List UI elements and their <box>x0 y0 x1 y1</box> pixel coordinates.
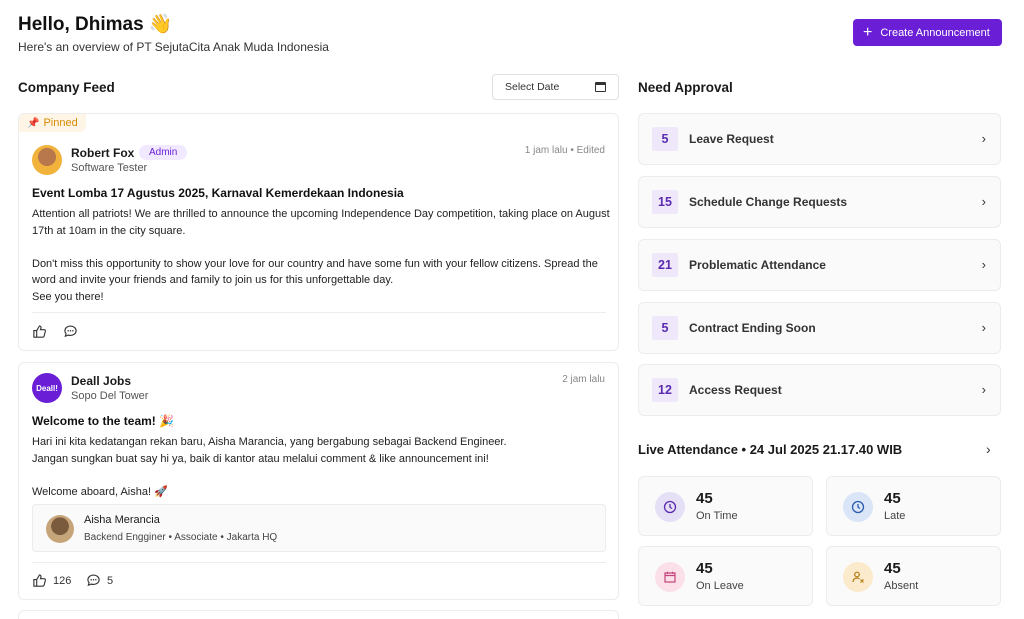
like-button[interactable] <box>32 324 47 339</box>
approval-label: Leave Request <box>689 132 774 146</box>
avatar <box>46 515 74 543</box>
comment-icon <box>87 574 100 587</box>
approval-item-leave-request[interactable]: 5 Leave Request › <box>638 113 1001 165</box>
attendance-label: Absent <box>884 580 919 592</box>
mention-card[interactable]: Aisha Merancia Backend Engginer • Associ… <box>32 504 606 552</box>
approval-label: Problematic Attendance <box>689 258 826 272</box>
like-count: 126 <box>53 574 72 587</box>
pinned-badge: 📌 Pinned <box>19 114 86 132</box>
approval-label: Contract Ending Soon <box>689 321 816 335</box>
late-clock-icon <box>843 492 873 522</box>
like-button[interactable]: 126 <box>32 573 71 588</box>
author-role: Software Tester <box>71 162 148 174</box>
create-announcement-label: Create Announcement <box>880 26 990 39</box>
chevron-right-icon: › <box>981 194 986 209</box>
attendance-value: 45 <box>696 490 713 507</box>
admin-badge: Admin <box>139 145 188 160</box>
live-attendance-title: Live Attendance • 24 Jul 2025 21.17.40 W… <box>638 442 903 457</box>
thumbs-up-icon <box>33 574 46 587</box>
absent-user-icon <box>843 562 873 592</box>
attendance-stat-absent[interactable]: 45 Absent <box>826 546 1001 606</box>
chevron-right-icon: › <box>981 131 986 146</box>
post-paragraph: Don't miss this opportunity to show your… <box>32 257 598 287</box>
mention-meta: Backend Engginer • Associate • Jakarta H… <box>84 532 278 543</box>
approval-item-schedule-change[interactable]: 15 Schedule Change Requests › <box>638 176 1001 228</box>
pinned-label: Pinned <box>43 117 78 129</box>
mention-name: Aisha Merancia <box>84 514 160 526</box>
clock-icon <box>655 492 685 522</box>
approval-count: 12 <box>652 378 678 402</box>
need-approval-title: Need Approval <box>638 80 733 95</box>
approval-label: Access Request <box>689 383 782 397</box>
feed-post <box>18 610 619 619</box>
plus-icon: + <box>863 23 873 41</box>
author-role: Sopo Del Tower <box>71 390 149 402</box>
chevron-right-icon: › <box>981 382 986 397</box>
post-time: 1 jam lalu • Edited <box>524 145 605 156</box>
page-title: Hello, Dhimas 👋 <box>18 14 173 35</box>
attendance-value: 45 <box>884 560 901 577</box>
approval-item-contract-ending[interactable]: 5 Contract Ending Soon › <box>638 302 1001 354</box>
author-name[interactable]: Robert Fox <box>71 146 134 160</box>
post-body: Hari ini kita kedatangan rekan baru, Ais… <box>32 434 612 500</box>
approval-count: 5 <box>652 127 678 151</box>
create-announcement-button[interactable]: + Create Announcement <box>853 19 1002 46</box>
chevron-right-icon: › <box>981 257 986 272</box>
calendar-icon <box>655 562 685 592</box>
approval-item-access-request[interactable]: 12 Access Request › <box>638 364 1001 416</box>
comment-count: 5 <box>107 574 114 587</box>
avatar[interactable]: Deall! <box>32 373 62 403</box>
attendance-stat-late[interactable]: 45 Late <box>826 476 1001 536</box>
attendance-label: On Time <box>696 510 738 522</box>
approval-count: 21 <box>652 253 678 277</box>
company-feed-title: Company Feed <box>18 80 115 95</box>
attendance-label: Late <box>884 510 906 522</box>
page-subtitle: Here's an overview of PT SejutaCita Anak… <box>18 40 329 54</box>
divider <box>32 312 606 313</box>
post-paragraph: Jangan sungkan buat say hi ya, baik di k… <box>32 452 489 465</box>
post-time: 2 jam lalu <box>562 374 605 385</box>
approval-item-problematic-attendance[interactable]: 21 Problematic Attendance › <box>638 239 1001 291</box>
post-body: Attention all patriots! We are thrilled … <box>32 206 612 305</box>
avatar[interactable] <box>32 145 62 175</box>
calendar-icon <box>595 82 606 92</box>
feed-post: 📌 Pinned Robert Fox Admin Software Teste… <box>18 113 619 351</box>
post-paragraph: Attention all patriots! We are thrilled … <box>32 208 610 237</box>
post-paragraph: See you there! <box>32 290 104 303</box>
comment-button[interactable] <box>63 324 78 339</box>
thumbs-up-icon <box>33 325 46 338</box>
pin-icon: 📌 <box>27 117 40 129</box>
approval-label: Schedule Change Requests <box>689 195 848 209</box>
comment-button[interactable]: 5 <box>86 573 113 588</box>
approval-count: 5 <box>652 316 678 340</box>
attendance-stat-on-time[interactable]: 45 On Time <box>638 476 813 536</box>
date-picker[interactable]: Select Date <box>492 74 619 100</box>
post-paragraph: Welcome aboard, Aisha! 🚀 <box>32 485 168 498</box>
date-picker-placeholder: Select Date <box>505 81 560 93</box>
attendance-stat-on-leave[interactable]: 45 On Leave <box>638 546 813 606</box>
chevron-right-icon: › <box>981 320 986 335</box>
chevron-right-icon[interactable]: › <box>986 441 991 457</box>
divider <box>32 562 606 563</box>
attendance-value: 45 <box>884 490 901 507</box>
post-paragraph: Hari ini kita kedatangan rekan baru, Ais… <box>32 436 507 448</box>
post-title: Welcome to the team! 🎉 <box>32 414 175 428</box>
author-name[interactable]: Deall Jobs <box>71 374 131 388</box>
attendance-value: 45 <box>696 560 713 577</box>
approval-count: 15 <box>652 190 678 214</box>
comment-icon <box>64 325 77 338</box>
post-title: Event Lomba 17 Agustus 2025, Karnaval Ke… <box>32 186 404 200</box>
attendance-label: On Leave <box>696 580 744 592</box>
feed-post: Deall! Deall Jobs Sopo Del Tower 2 jam l… <box>18 362 619 600</box>
